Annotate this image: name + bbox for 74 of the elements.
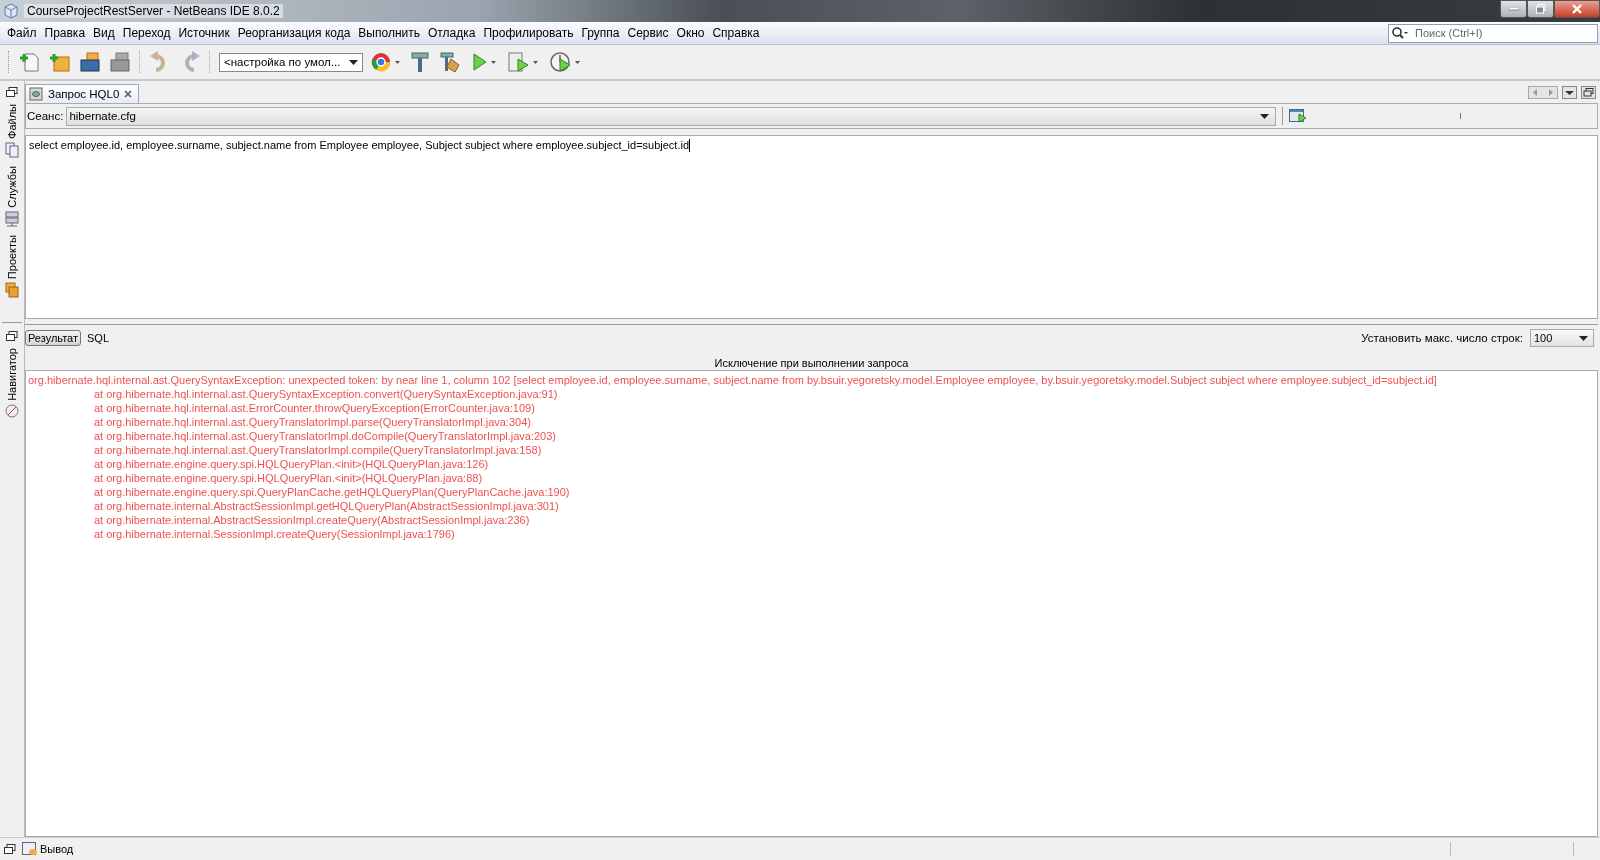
folders-icon (5, 281, 19, 298)
restore-window-icon[interactable] (6, 330, 18, 342)
menu-item[interactable]: Окно (672, 26, 709, 40)
caret-icon (1260, 113, 1270, 119)
documents-icon (5, 141, 19, 158)
max-rows-label: Установить макс. число строк: (1361, 332, 1523, 344)
broom-hammer-icon[interactable] (439, 51, 461, 73)
stack-trace-line: at org.hibernate.hql.internal.ast.QueryTranslatorImpl.doCompile(QueryTranslatorImpl.java:203) (93, 429, 557, 443)
result-header: Исключение при выполнении запроса (713, 356, 910, 370)
stack-trace-line: at org.hibernate.hql.internal.ast.QueryTranslatorImpl.compile(QueryTranslatorImpl.java:158) (93, 443, 543, 457)
menu-item[interactable]: Файл (3, 26, 41, 40)
session-label: Сеанс: (27, 110, 64, 122)
result-tab[interactable]: Результат (25, 330, 82, 346)
close-icon[interactable] (124, 90, 133, 98)
side-tab[interactable]: Навигатор (5, 345, 19, 420)
browser-icon[interactable] (371, 51, 401, 73)
stack-trace-line: at org.hibernate.engine.query.spi.QueryPlanCache.getHQLQueryPlan(QueryPlanCache.java:190) (93, 485, 571, 499)
folder-icon[interactable] (79, 51, 101, 73)
stack-trace-line: at org.hibernate.hql.internal.ast.ErrorCounter.throwQueryException(ErrorCounter.java:109) (93, 401, 536, 415)
query-editor[interactable]: select employee.id, employee.surname, subject.name from Employee employee, Subject subject where employee.subject_id=subject.id (25, 135, 1598, 319)
menu-item[interactable]: Справка (708, 26, 764, 40)
session-dropdown[interactable]: hibernate.cfg (66, 106, 1277, 126)
stack-trace-line: at org.hibernate.internal.SessionImpl.createQuery(SessionImpl.java:1796) (93, 527, 456, 541)
menu-item[interactable]: Выполнить (354, 26, 424, 40)
restore-icon (1535, 4, 1546, 14)
stack-trace-line: at org.hibernate.hql.internal.ast.QuerySyntaxException.convert(QuerySyntaxException.java:91) (93, 387, 559, 401)
window-title: CourseProjectRestServer - NetBeans IDE 8.0.2 (24, 4, 283, 18)
new-project-icon[interactable] (49, 51, 71, 73)
side-tab[interactable]: Проекты (5, 232, 19, 300)
debug-icon[interactable] (507, 51, 541, 73)
menu-item[interactable]: Источник (174, 26, 234, 40)
tab-list-icon[interactable] (1562, 85, 1577, 99)
menu-item[interactable]: Вид (89, 26, 119, 40)
restore-window-icon[interactable] (1581, 85, 1596, 99)
menu-item[interactable]: Отладка (424, 26, 480, 40)
menu-item[interactable]: Сервис (623, 26, 673, 40)
profile-icon[interactable] (549, 51, 583, 73)
close-icon (1571, 4, 1583, 14)
menu-item[interactable]: Группа (577, 26, 624, 40)
menu-item[interactable]: Переход (118, 26, 175, 40)
restore-window-icon[interactable] (4, 843, 16, 855)
hammer-icon[interactable] (409, 51, 431, 73)
caret-icon (1579, 335, 1588, 341)
output-tab[interactable]: Вывод (22, 842, 74, 856)
minimize-icon (1508, 7, 1519, 11)
output-icon (22, 842, 38, 856)
side-tab[interactable]: Файлы (5, 102, 19, 160)
search-icon[interactable] (1391, 25, 1409, 40)
query-icon (29, 87, 43, 101)
stack-trace-line: at org.hibernate.internal.AbstractSessionImpl.createQuery(AbstractSessionImpl.java:236) (93, 513, 531, 527)
restore-window-icon[interactable] (6, 87, 18, 98)
stack-trace-line: at org.hibernate.engine.query.spi.HQLQueryPlan.<init>(HQLQueryPlan.java:88) (93, 471, 484, 485)
new-file-icon[interactable] (19, 51, 41, 73)
stack-trace-line: at org.hibernate.engine.query.spi.HQLQueryPlan.<init>(HQLQueryPlan.java:126) (93, 457, 490, 471)
projects-icon[interactable] (109, 51, 131, 73)
result-tab[interactable]: SQL (84, 330, 113, 346)
configuration-dropdown[interactable]: <настройка по умол... (219, 52, 363, 72)
cube-icon (3, 3, 19, 19)
search-field[interactable]: Поиск (Ctrl+I) (1388, 23, 1598, 43)
editor-tab[interactable]: Запрос HQL0 (25, 84, 140, 103)
run-query-icon[interactable] (1289, 108, 1308, 124)
minimize-button[interactable] (1500, 0, 1527, 18)
exception-message: org.hibernate.hql.internal.ast.QuerySyntaxException: unexpected token: by near line 1, column 102 [select employee.id, employee.surname, subject.name from by.bsuir.yegoretsky.model.Employee employee, by.bsuir.yegoretsky.model.Subject subject where employee.subject_id=subject.id] (28, 373, 1438, 387)
menu-item[interactable]: Реорганизация кода (233, 26, 355, 40)
menu-item[interactable]: Профилировать (479, 26, 578, 40)
stack-trace-line: at org.hibernate.internal.AbstractSessionImpl.getHQLQueryPlan(AbstractSessionImpl.java:301) (93, 499, 560, 513)
menu-item[interactable]: Правка (40, 26, 90, 40)
side-tab[interactable]: Службы (5, 163, 19, 229)
max-rows-dropdown[interactable]: 100 (1530, 329, 1594, 347)
close-button[interactable] (1554, 0, 1600, 18)
caret-icon (349, 59, 358, 65)
server-icon (5, 210, 19, 227)
maximize-button[interactable] (1527, 0, 1554, 18)
stack-trace-line: at org.hibernate.hql.internal.ast.QueryTranslatorImpl.parse(QueryTranslatorImpl.java:304) (93, 415, 532, 429)
